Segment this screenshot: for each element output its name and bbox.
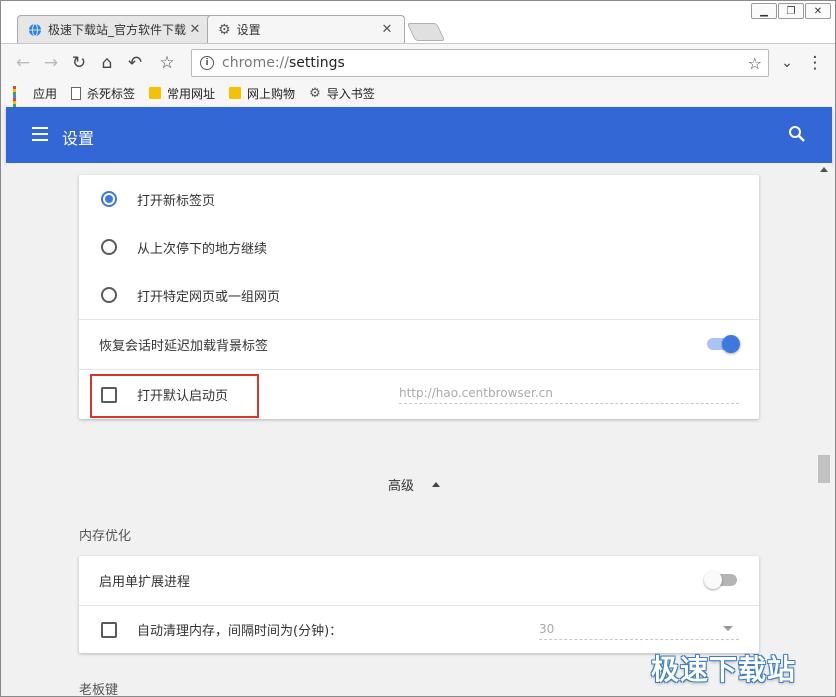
- option-label: 从上次停下的地方继续: [137, 241, 268, 257]
- menu-dots-icon[interactable]: ⋮: [805, 53, 825, 73]
- bookmark-star-icon[interactable]: ☆: [157, 53, 177, 73]
- bookmarks-bar: 应用 杀死标签 常用网址 网上购物 ⚙ 导入书签: [1, 81, 835, 113]
- close-icon[interactable]: ✕: [805, 3, 831, 19]
- tab-settings[interactable]: ⚙ 设置 ✕: [207, 15, 405, 43]
- restore-icon[interactable]: ❐: [778, 3, 804, 19]
- auto-clean-checkbox[interactable]: [101, 621, 117, 638]
- bookmark-label: 应用: [33, 86, 58, 101]
- hamburger-menu-icon[interactable]: [32, 127, 48, 145]
- tab-jisu-download[interactable]: 极速下载站_官方软件下载 ✕: [17, 15, 213, 43]
- setting-label: 自动清理内存，间隔时间为(分钟)：: [137, 624, 343, 639]
- radio-button[interactable]: [101, 239, 117, 255]
- advanced-label: 高级: [388, 479, 415, 494]
- chevron-double-down-icon[interactable]: ⌄: [777, 53, 797, 73]
- scrollbar-thumb[interactable]: [818, 455, 830, 483]
- delay-load-row: 恢复会话时延迟加载背景标签: [79, 319, 759, 369]
- default-page-url-input[interactable]: http://hao.centbrowser.cn: [399, 382, 739, 404]
- dropdown-arrow-icon: [723, 626, 733, 631]
- auto-clean-row: 自动清理内存，间隔时间为(分钟)： 30: [79, 605, 759, 653]
- memory-card: 启用单扩展进程 自动清理内存，间隔时间为(分钟)： 30: [79, 556, 759, 653]
- memory-section-title: 内存优化: [79, 529, 132, 544]
- folder-icon: [149, 87, 162, 99]
- globe-icon: [29, 23, 41, 36]
- browser-window: 极速下载站_官方软件下载 ✕ ⚙ 设置 ✕ ▁ ❐ ✕ ← → ↻ ⌂ ↶ ☆ …: [0, 0, 836, 697]
- startup-option-specific-pages[interactable]: 打开特定网页或一组网页: [79, 271, 759, 319]
- bookmark-label: 导入书签: [326, 86, 375, 101]
- option-label: 打开新标签页: [137, 193, 216, 209]
- back-icon[interactable]: ←: [13, 53, 33, 73]
- tab-label: 极速下载站_官方软件下载: [48, 23, 187, 37]
- settings-content: 打开新标签页 从上次停下的地方继续 打开特定网页或一组网页 恢复会话时延迟加载背…: [6, 163, 816, 696]
- gear-icon: ⚙: [218, 21, 231, 38]
- startup-option-continue[interactable]: 从上次停下的地方继续: [79, 223, 759, 271]
- radio-button[interactable]: [101, 287, 117, 303]
- scroll-up-arrow-icon[interactable]: [820, 167, 828, 172]
- page-title: 设置: [62, 129, 95, 148]
- bookmark-label: 网上购物: [247, 86, 296, 101]
- bookmark-shopping[interactable]: 网上购物: [229, 85, 295, 102]
- startup-option-new-tab[interactable]: 打开新标签页: [79, 175, 759, 223]
- tab-strip: 极速下载站_官方软件下载 ✕ ⚙ 设置 ✕ ▁ ❐ ✕: [1, 1, 835, 43]
- forward-icon[interactable]: →: [41, 53, 61, 73]
- undo-close-icon[interactable]: ↶: [125, 53, 145, 73]
- scrollbar[interactable]: [816, 163, 832, 696]
- bookmark-import[interactable]: ⚙ 导入书签: [309, 85, 375, 102]
- chevron-up-icon: [432, 482, 441, 487]
- watermark-logo: 极速下载站: [650, 653, 796, 686]
- apps-icon: [13, 86, 27, 113]
- folder-icon: [229, 87, 242, 99]
- url-text[interactable]: chrome://settings: [222, 55, 748, 71]
- bookmark-apps[interactable]: 应用: [13, 85, 58, 113]
- tab-label: 设置: [236, 23, 261, 37]
- settings-header: 设置: [6, 107, 832, 163]
- setting-label: 恢复会话时延迟加载背景标签: [99, 339, 269, 354]
- auto-clean-interval-select[interactable]: 30: [539, 618, 739, 640]
- single-process-row: 启用单扩展进程: [79, 556, 759, 605]
- search-icon[interactable]: [788, 125, 806, 143]
- star-icon[interactable]: ☆: [748, 54, 762, 73]
- boss-key-section-title: 老板键: [79, 683, 119, 696]
- advanced-toggle[interactable]: 高级: [388, 475, 441, 494]
- address-bar[interactable]: i chrome://settings ☆: [191, 49, 769, 77]
- bookmark-kill-tabs[interactable]: 杀死标签: [71, 85, 135, 102]
- close-tab-icon[interactable]: ✕: [380, 22, 394, 37]
- single-process-toggle[interactable]: [704, 571, 737, 589]
- close-tab-icon[interactable]: ✕: [188, 22, 202, 37]
- minimize-icon[interactable]: ▁: [751, 3, 777, 19]
- bookmark-common-sites[interactable]: 常用网址: [149, 85, 215, 102]
- new-tab-button[interactable]: [406, 23, 446, 41]
- select-value: 30: [539, 621, 555, 636]
- bookmark-label: 杀死标签: [87, 86, 136, 101]
- delay-load-toggle[interactable]: [707, 335, 740, 353]
- highlight-box: [90, 374, 259, 418]
- page-icon: [71, 86, 82, 100]
- option-label: 打开特定网页或一组网页: [137, 289, 281, 305]
- window-controls: ▁ ❐ ✕: [751, 3, 831, 19]
- radio-button[interactable]: [101, 191, 117, 207]
- reload-icon[interactable]: ↻: [69, 53, 89, 73]
- browser-toolbar: ← → ↻ ⌂ ↶ ☆ i chrome://settings ☆ ⌄ ⋮: [1, 43, 835, 81]
- bookmark-label: 常用网址: [167, 86, 216, 101]
- gear-icon: ⚙: [309, 85, 321, 101]
- setting-label: 启用单扩展进程: [99, 575, 191, 590]
- info-icon[interactable]: i: [200, 56, 214, 70]
- home-icon[interactable]: ⌂: [97, 53, 117, 73]
